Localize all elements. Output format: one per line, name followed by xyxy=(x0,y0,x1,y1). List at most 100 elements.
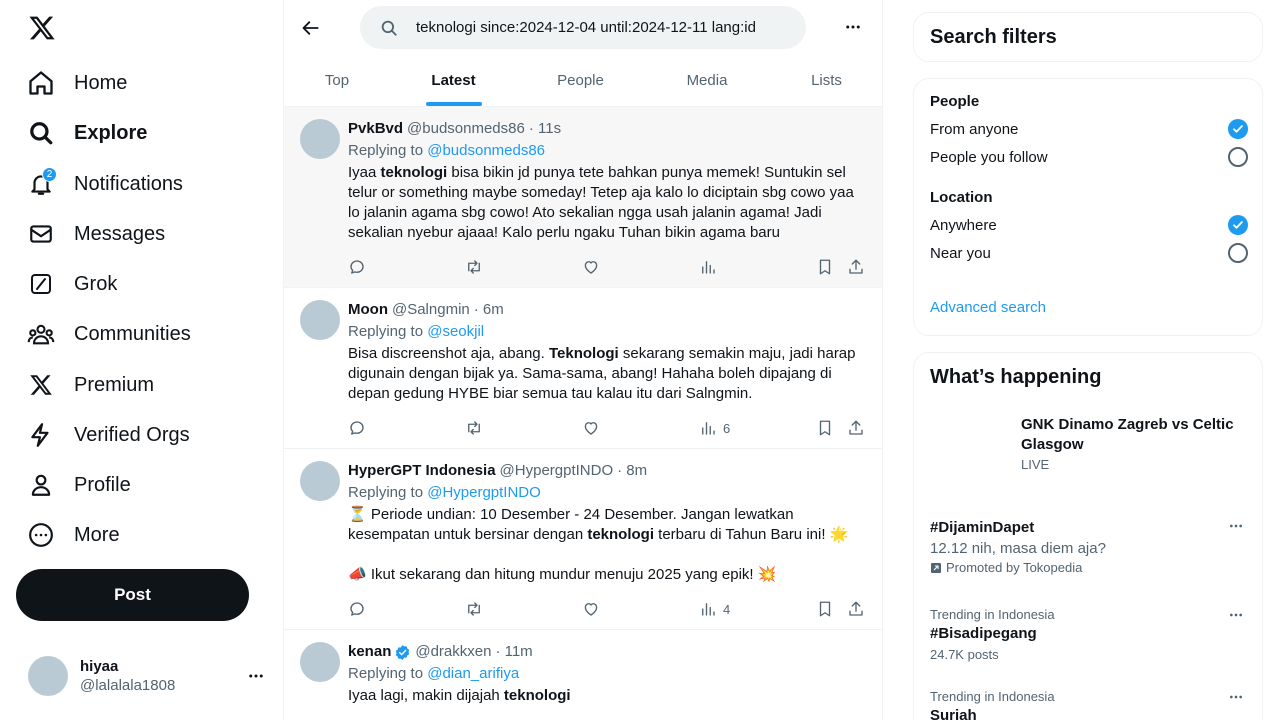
tweet-author-name[interactable]: HyperGPT Indonesia xyxy=(348,461,496,481)
tweet-text: Bisa discreenshot aja, abang. Teknologi … xyxy=(348,344,866,404)
like-icon[interactable] xyxy=(582,599,600,619)
tweet-text: Iyaa lagi, makin dijajah teknologi xyxy=(348,686,866,706)
share-icon[interactable] xyxy=(847,418,865,438)
reply-mention-link[interactable]: @HypergptINDO xyxy=(427,484,541,501)
tweet-time[interactable]: · 8m xyxy=(617,461,647,481)
nav-profile[interactable]: Profile xyxy=(26,463,266,507)
tweet-time[interactable]: · 11m xyxy=(495,642,532,662)
tweet-header: Moon @Salngmin · 6m xyxy=(348,300,866,320)
tweet-text: ⏳ Periode undian: 10 Desember - 24 Desem… xyxy=(348,505,866,545)
tab-top[interactable]: Top xyxy=(284,56,390,106)
retweet-icon[interactable] xyxy=(465,418,483,438)
views-icon[interactable]: 6 xyxy=(699,418,730,438)
filter-people-you-follow[interactable]: People you follow xyxy=(930,146,1248,168)
tweet-header: PvkBvd @budsonmeds86 · 11s xyxy=(348,119,866,139)
promoted-icon xyxy=(930,562,942,574)
reply-icon[interactable] xyxy=(348,599,366,619)
bookmark-icon[interactable] xyxy=(816,257,834,277)
tab-media[interactable]: Media xyxy=(644,56,770,106)
tab-people[interactable]: People xyxy=(517,56,644,106)
replying-prefix: Replying to xyxy=(348,142,428,159)
reply-icon[interactable] xyxy=(348,257,366,277)
tweet-author-handle[interactable]: @Salngmin xyxy=(392,300,470,320)
tweet-actions: 4 xyxy=(348,599,866,619)
tweet-author-handle[interactable]: @drakkxen xyxy=(415,642,491,662)
nav-grok[interactable]: Grok xyxy=(26,262,266,306)
tweet-time[interactable]: · 6m xyxy=(474,300,504,320)
retweet-icon[interactable] xyxy=(465,257,483,277)
more-dots-icon[interactable] xyxy=(840,14,866,40)
share-icon[interactable] xyxy=(847,257,865,277)
reply-mention-link[interactable]: @budsonmeds86 xyxy=(427,142,545,159)
tweet[interactable]: Moon @Salngmin · 6m Replying to @seokjil… xyxy=(284,288,882,449)
bell-icon: 2 xyxy=(26,167,57,199)
more-dots-icon[interactable] xyxy=(1224,518,1248,534)
radio-unchecked-icon[interactable] xyxy=(1228,147,1248,167)
views-icon[interactable] xyxy=(699,257,723,277)
filter-anywhere[interactable]: Anywhere xyxy=(930,214,1248,236)
like-icon[interactable] xyxy=(582,257,600,277)
tab-latest[interactable]: Latest xyxy=(390,56,517,106)
more-dots-icon[interactable] xyxy=(1224,689,1248,705)
avatar[interactable] xyxy=(300,300,340,340)
search-box[interactable] xyxy=(360,6,806,49)
replying-to: Replying to @HypergptINDO xyxy=(348,483,866,503)
reply-icon[interactable] xyxy=(348,418,366,438)
nav-premium[interactable]: Premium xyxy=(26,363,266,407)
avatar[interactable] xyxy=(300,119,340,159)
nav-more[interactable]: More xyxy=(26,513,266,557)
more-dots-icon[interactable] xyxy=(1224,607,1248,623)
tweet-author-handle[interactable]: @HypergptINDO xyxy=(500,461,614,481)
retweet-icon[interactable] xyxy=(465,599,483,619)
nav-notifications[interactable]: 2 Notifications xyxy=(26,162,266,206)
nav-verified-orgs[interactable]: Verified Orgs xyxy=(26,413,266,457)
event-status: LIVE xyxy=(1021,457,1050,472)
event-thumbnail[interactable] xyxy=(930,415,1006,491)
filter-from-anyone[interactable]: From anyone xyxy=(930,118,1248,140)
radio-checked-icon[interactable] xyxy=(1228,215,1248,235)
avatar[interactable] xyxy=(300,461,340,501)
event-title: GNK Dinamo Zagreb vs Celtic Glasgow xyxy=(1021,416,1234,453)
reply-mention-link[interactable]: @dian_arifiya xyxy=(427,665,519,682)
tweet[interactable]: PvkBvd @budsonmeds86 · 11s Replying to @… xyxy=(284,107,882,288)
views-count: 6 xyxy=(723,420,731,436)
reply-mention-link[interactable]: @seokjil xyxy=(427,323,484,340)
tab-lists[interactable]: Lists xyxy=(770,56,882,106)
x-logo-icon[interactable] xyxy=(28,14,56,42)
nav-explore[interactable]: Explore xyxy=(26,111,266,155)
nav-home[interactable]: Home xyxy=(26,61,266,105)
like-icon[interactable] xyxy=(582,418,600,438)
trend-item[interactable]: Trending in Indonesia Suriah xyxy=(930,689,1248,720)
nav-messages[interactable]: Messages xyxy=(26,212,266,256)
nav-communities[interactable]: Communities xyxy=(26,312,266,356)
radio-checked-icon[interactable] xyxy=(1228,119,1248,139)
trend-event[interactable]: GNK Dinamo Zagreb vs Celtic Glasgow LIVE xyxy=(1021,415,1248,472)
promo-label: Promoted by Tokopedia xyxy=(946,560,1083,575)
share-icon[interactable] xyxy=(847,599,865,619)
tweet[interactable]: kenan @drakkxen · 11m Replying to @dian_… xyxy=(284,630,882,720)
text-part: Bisa discreenshot aja, abang. xyxy=(348,345,549,362)
trend-item[interactable]: Trending in Indonesia #Bisadipegang 24.7… xyxy=(930,607,1248,662)
filter-near-you[interactable]: Near you xyxy=(930,242,1248,264)
tweet-author-name[interactable]: kenan xyxy=(348,642,391,662)
tweet-author-name[interactable]: PvkBvd xyxy=(348,119,403,139)
account-switcher[interactable]: hiyaa @lalalala1808 xyxy=(28,652,268,700)
bookmark-icon[interactable] xyxy=(816,418,834,438)
tweet-body: kenan @drakkxen · 11m Replying to @dian_… xyxy=(348,642,866,706)
post-button[interactable]: Post xyxy=(16,569,249,621)
more-dots-icon[interactable] xyxy=(244,667,268,685)
tweet-author-name[interactable]: Moon xyxy=(348,300,388,320)
trend-item[interactable]: #DijaminDapet 12.12 nih, masa diem aja? … xyxy=(930,518,1248,575)
avatar[interactable] xyxy=(300,642,340,682)
tweet[interactable]: HyperGPT Indonesia @HypergptINDO · 8m Re… xyxy=(284,449,882,630)
communities-icon xyxy=(26,319,56,349)
tweet-author-handle[interactable]: @budsonmeds86 xyxy=(407,119,525,139)
back-arrow-icon[interactable] xyxy=(298,15,324,41)
radio-unchecked-icon[interactable] xyxy=(1228,243,1248,263)
filter-label: People you follow xyxy=(930,148,1048,166)
bookmark-icon[interactable] xyxy=(816,599,834,619)
advanced-search-link[interactable]: Advanced search xyxy=(930,299,1046,316)
search-input[interactable] xyxy=(416,19,786,36)
tweet-time[interactable]: · 11s xyxy=(529,119,561,139)
views-icon[interactable]: 4 xyxy=(699,599,730,619)
